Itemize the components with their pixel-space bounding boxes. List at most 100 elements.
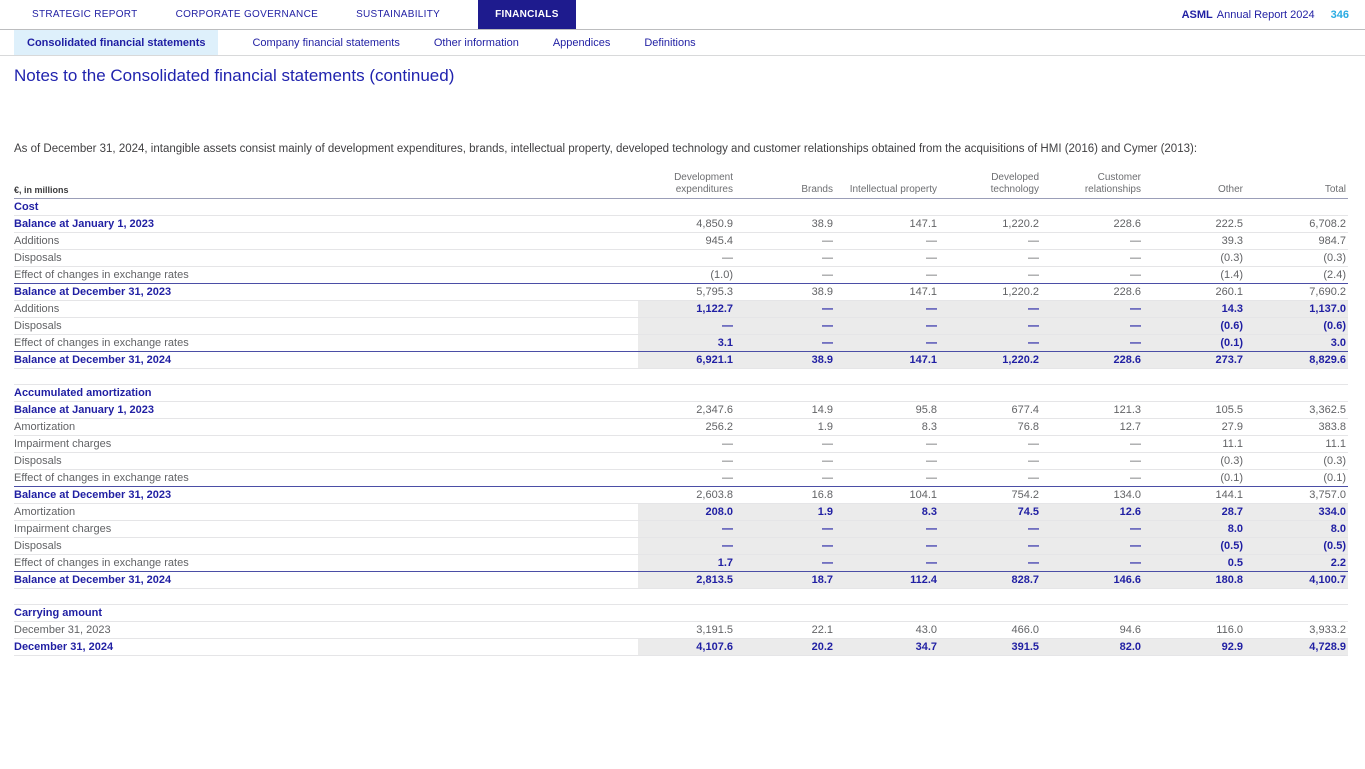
subnav-consolidated-financial-statements[interactable]: Consolidated financial statements — [14, 30, 219, 55]
cell-value — [1245, 385, 1348, 402]
table-row: Disposals — — — — — (0.3) (0.3) — [14, 452, 1348, 470]
cell-value — [835, 199, 939, 216]
cell-value: 147.1 — [835, 351, 939, 369]
cell-value: 228.6 — [1113, 218, 1141, 230]
cell-value: 38.9 — [811, 286, 833, 298]
cell-value: — — [735, 317, 835, 335]
cell-value: 112.4 — [835, 571, 939, 589]
cell-value: 147.1 — [909, 218, 937, 230]
cell-value: — — [735, 520, 835, 538]
cell-value: — — [926, 438, 937, 450]
subnav-company-financial-statements[interactable]: Company financial statements — [252, 30, 399, 55]
cell-value: — — [722, 438, 733, 450]
cell-value: 38.9 — [811, 218, 833, 230]
table-row: Effect of changes in exchange rates (1.0)… — [14, 266, 1348, 284]
subnav-definitions[interactable]: Definitions — [644, 30, 695, 55]
cell-value: 3,191.5 — [696, 624, 733, 636]
cell-value: — — [926, 252, 937, 264]
table-row: Effect of changes in exchange rates — — — — —… — [14, 469, 1348, 487]
cell-value: — — [822, 455, 833, 467]
cell-value: 0.5 — [1143, 554, 1245, 572]
row-label: Amortization — [14, 506, 76, 518]
cell-value — [1143, 605, 1245, 622]
cell-value: 8,829.6 — [1245, 351, 1348, 369]
subnav-appendices[interactable]: Appendices — [553, 30, 611, 55]
cell-value: — — [735, 554, 835, 572]
cell-value — [1245, 199, 1348, 216]
cell-value: — — [835, 317, 939, 335]
section-row: Carrying amount — [14, 604, 1348, 622]
table-row: Additions 945.4 — — — — 39.3 984.7 — [14, 232, 1348, 250]
cell-value: 11.1 — [1325, 438, 1346, 450]
cell-value: 18.7 — [735, 571, 835, 589]
cell-value: 3,757.0 — [1309, 489, 1346, 501]
cell-value: 180.8 — [1143, 571, 1245, 589]
cell-value: 146.6 — [1041, 571, 1143, 589]
cell-value: 105.5 — [1215, 404, 1243, 416]
nav-tab-sustainability[interactable]: SUSTAINABILITY — [356, 0, 440, 29]
cell-value: 95.8 — [915, 404, 937, 416]
cell-value: — — [835, 334, 939, 352]
cell-value: — — [1028, 438, 1039, 450]
cell-value: — — [1028, 455, 1039, 467]
column-header: Other — [1217, 183, 1243, 195]
cell-value: 7,690.2 — [1309, 286, 1346, 298]
cell-value: 334.0 — [1245, 503, 1348, 521]
cell-value: 94.6 — [1119, 624, 1141, 636]
nav-tab-financials[interactable]: FINANCIALS — [478, 0, 576, 29]
subnav-other-information[interactable]: Other information — [434, 30, 519, 55]
spacer-cell — [14, 589, 1348, 605]
cell-value: — — [822, 235, 833, 247]
cell-value: 5,795.3 — [696, 286, 733, 298]
cell-value: — — [835, 554, 939, 572]
cell-value: — — [835, 300, 939, 318]
cell-value: 1.7 — [638, 554, 735, 572]
cell-value: 228.6 — [1041, 351, 1143, 369]
column-header: Developed technology — [990, 172, 1039, 195]
cell-value: 16.8 — [811, 489, 833, 501]
table-row: Balance at January 1, 2023 2,347.6 14.9 95.… — [14, 401, 1348, 419]
cell-value: — — [822, 252, 833, 264]
cell-value — [735, 199, 835, 216]
cell-value: 391.5 — [939, 638, 1041, 656]
cell-value: 222.5 — [1215, 218, 1243, 230]
cell-value: 12.6 — [1041, 503, 1143, 521]
cell-value: — — [735, 334, 835, 352]
cell-value — [1041, 199, 1143, 216]
cell-value: — — [939, 554, 1041, 572]
cell-value: 20.2 — [735, 638, 835, 656]
cell-value: 3.0 — [1245, 334, 1348, 352]
cell-value: 383.8 — [1318, 421, 1346, 433]
cell-value: — — [1028, 252, 1039, 264]
cell-value: 1.9 — [735, 503, 835, 521]
cell-value: 256.2 — [705, 421, 733, 433]
cell-value — [735, 605, 835, 622]
cell-value: — — [1028, 235, 1039, 247]
cell-value: 92.9 — [1143, 638, 1245, 656]
row-label: Balance at January 1, 2023 — [14, 404, 155, 416]
report-brand: ASML Annual Report 2024 346 — [1182, 0, 1349, 29]
nav-tab-strategic-report[interactable]: STRATEGIC REPORT — [32, 0, 138, 29]
cell-value: 147.1 — [909, 286, 937, 298]
table-row: Disposals — — — — — (0.3) (0.3) — [14, 249, 1348, 267]
cell-value: — — [1028, 472, 1039, 484]
column-header: Brands — [801, 183, 833, 195]
cell-value: 38.9 — [735, 351, 835, 369]
cell-value: — — [939, 300, 1041, 318]
cell-value: — — [735, 537, 835, 555]
cell-value: 273.7 — [1143, 351, 1245, 369]
cell-value: (1.4) — [1220, 269, 1243, 281]
report-title: Annual Report 2024 — [1216, 8, 1315, 21]
cell-value — [638, 605, 735, 622]
cell-value — [939, 385, 1041, 402]
table-row: Balance at December 31, 2024 2,813.5 18.7 1… — [14, 571, 1348, 589]
cell-value: 1,137.0 — [1245, 300, 1348, 318]
cell-value: — — [638, 520, 735, 538]
nav-tab-corporate-governance[interactable]: CORPORATE GOVERNANCE — [176, 0, 319, 29]
cell-value — [1245, 605, 1348, 622]
cell-value: (0.6) — [1143, 317, 1245, 335]
cell-value: — — [926, 455, 937, 467]
cell-value: (0.1) — [1143, 334, 1245, 352]
cell-value — [638, 199, 735, 216]
cell-value: — — [735, 300, 835, 318]
